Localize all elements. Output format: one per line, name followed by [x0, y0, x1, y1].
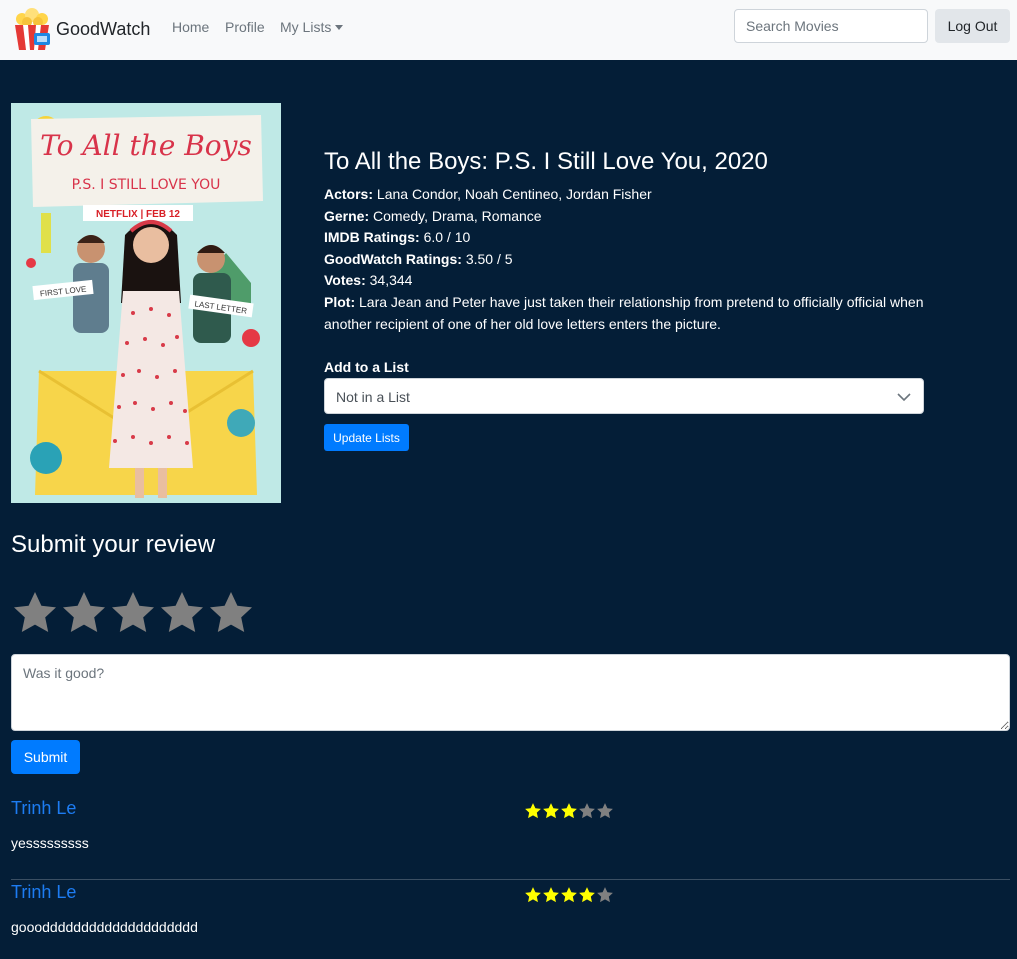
- search-input[interactable]: [734, 9, 928, 43]
- review-rating: [524, 886, 614, 904]
- plot-row: Plot: Lara Jean and Peter have just take…: [324, 292, 924, 335]
- actors-value: Lana Condor, Noah Centineo, Jordan Fishe…: [376, 186, 652, 202]
- chevron-down-icon: [897, 393, 911, 402]
- nav-my-lists-label: My Lists: [280, 19, 332, 35]
- review-item: Trinh Le yesssssssss: [11, 796, 1010, 880]
- brand-name: GoodWatch: [56, 18, 151, 39]
- star-empty-icon: [597, 803, 613, 819]
- goodwatch-row: GoodWatch Ratings: 3.50 / 5: [324, 249, 924, 271]
- list-select[interactable]: Not in a List: [324, 378, 924, 414]
- movie-details: Actors: Lana Condor, Noah Centineo, Jord…: [324, 184, 924, 335]
- svg-text:NETFLIX | FEB 12: NETFLIX | FEB 12: [96, 209, 180, 220]
- brand-link[interactable]: GoodWatch: [12, 6, 150, 52]
- star-empty-icon: [597, 887, 613, 903]
- star-filled-icon: [525, 803, 541, 819]
- nav-profile-link[interactable]: Profile: [225, 19, 265, 35]
- votes-label: Votes:: [324, 272, 366, 289]
- navbar: GoodWatch Home Profile My Lists Log Out: [0, 0, 1017, 60]
- svg-text:P.S. I STILL LOVE YOU: P.S. I STILL LOVE YOU: [72, 177, 221, 193]
- movie-poster: To All the Boys P.S. I STILL LOVE YOU NE…: [11, 103, 281, 503]
- star-icon[interactable]: [109, 589, 157, 637]
- imdb-label: IMDB Ratings:: [324, 229, 420, 246]
- caret-down-icon: [335, 24, 344, 30]
- plot-value: Lara Jean and Peter have just taken thei…: [324, 293, 924, 332]
- star-filled-icon: [525, 887, 541, 903]
- votes-row: Votes: 34,344: [324, 270, 924, 292]
- nav-home-link[interactable]: Home: [172, 19, 209, 35]
- star-icon[interactable]: [60, 589, 108, 637]
- reviewer-name-link[interactable]: Trinh Le: [11, 882, 76, 903]
- svg-text:To All the Boys: To All the Boys: [40, 129, 252, 162]
- logout-button[interactable]: Log Out: [935, 9, 1010, 43]
- star-filled-icon: [561, 887, 577, 903]
- review-text: yesssssssss: [11, 835, 89, 851]
- genre-value: Comedy, Drama, Romance: [373, 207, 542, 224]
- genre-label: Gerne:: [324, 207, 370, 224]
- star-filled-icon: [543, 803, 559, 819]
- goodwatch-label: GoodWatch Ratings:: [324, 250, 462, 267]
- submit-review-heading: Submit your review: [11, 531, 216, 558]
- submit-review-button[interactable]: Submit: [11, 740, 80, 774]
- plot-label: Plot:: [324, 293, 356, 310]
- rating-stars: [11, 589, 256, 639]
- star-filled-icon: [579, 887, 595, 903]
- review-item: Trinh Le gooodddddddddddddddddddd: [11, 880, 1010, 959]
- popcorn-logo-icon: [15, 8, 50, 50]
- actors-label: Actors:: [324, 186, 374, 202]
- reviewer-name-link[interactable]: Trinh Le: [11, 798, 76, 819]
- review-textarea[interactable]: [11, 654, 1010, 731]
- nav-my-lists-dropdown[interactable]: My Lists: [280, 19, 344, 35]
- star-icon[interactable]: [11, 589, 59, 637]
- goodwatch-value: 3.50 / 5: [465, 250, 513, 267]
- add-to-list-label: Add to a List: [324, 359, 409, 375]
- star-empty-icon: [579, 803, 595, 819]
- movie-title: To All the Boys: P.S. I Still Love You, …: [324, 148, 768, 175]
- list-select-value: Not in a List: [336, 389, 410, 405]
- imdb-value: 6.0 / 10: [423, 229, 471, 246]
- imdb-row: IMDB Ratings: 6.0 / 10: [324, 227, 924, 249]
- votes-value: 34,344: [369, 272, 413, 289]
- star-icon[interactable]: [158, 589, 206, 637]
- review-text: gooodddddddddddddddddddd: [11, 919, 198, 935]
- review-rating: [524, 802, 614, 820]
- genre-row: Gerne: Comedy, Drama, Romance: [324, 206, 924, 228]
- actors-row: Actors: Lana Condor, Noah Centineo, Jord…: [324, 184, 924, 206]
- star-icon[interactable]: [207, 589, 255, 637]
- star-filled-icon: [561, 803, 577, 819]
- update-lists-button[interactable]: Update Lists: [324, 424, 409, 451]
- star-filled-icon: [543, 887, 559, 903]
